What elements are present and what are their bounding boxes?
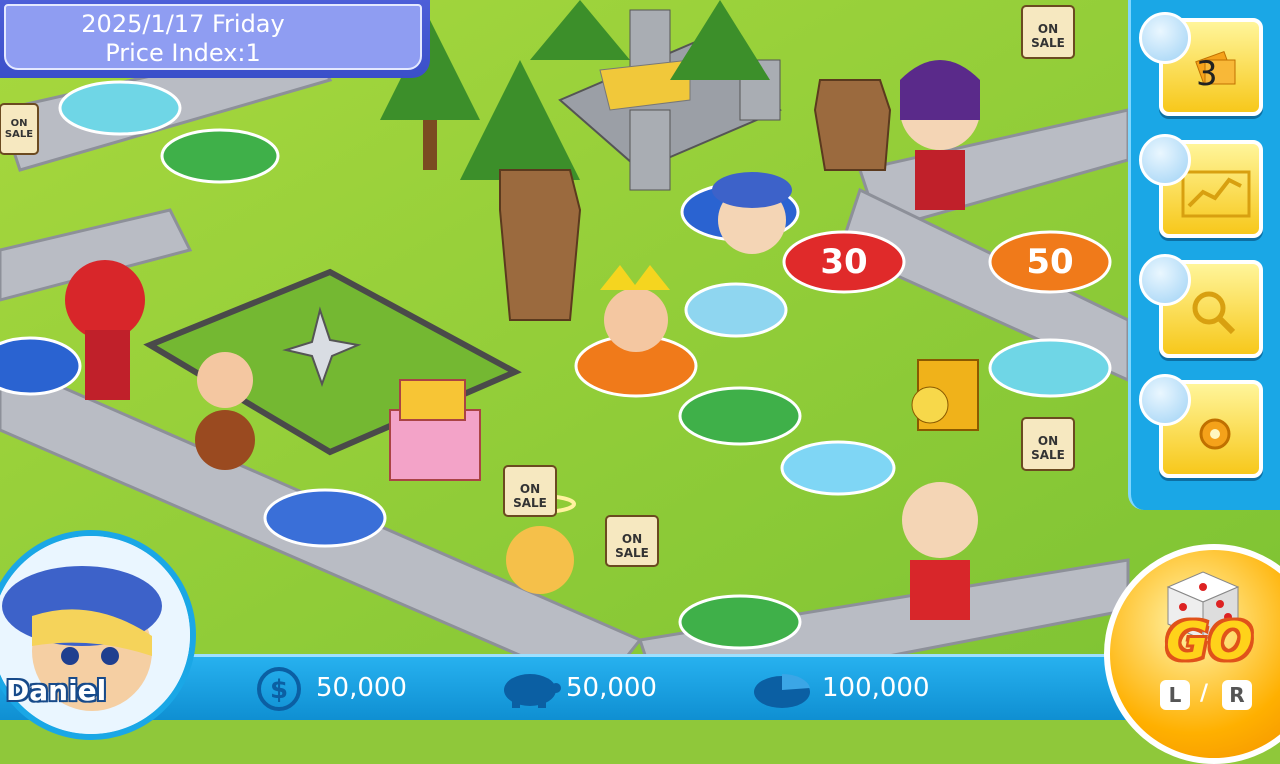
right-key-button[interactable]: R [1222,680,1252,710]
on-sale-sign: ON SALE [513,482,547,510]
on-sale-sign: ON SALE [1031,434,1065,462]
on-sale-sign: ON SALE [4,118,34,140]
stock-chart-icon [1181,170,1251,218]
price-tile-50-label: 50 [1026,242,1074,282]
cash-value: 50,000 [316,673,407,703]
cash-icon: $ [257,667,301,711]
key-separator: / [1200,681,1209,706]
player-name: Daniel [6,674,107,707]
left-key-button[interactable]: L [1160,680,1190,710]
on-sale-sign: ON SALE [615,532,649,560]
controller-badge-icon [1139,12,1191,64]
pie-chart-icon [754,673,810,708]
controller-badge-icon [1139,254,1191,306]
price-index-text: Price Index:1 [105,39,261,67]
magnifier-icon [1192,291,1236,335]
controller-badge-icon [1139,374,1191,426]
savings-value: 50,000 [566,673,657,703]
go-label: GO [1166,612,1253,672]
piggy-bank-icon [504,674,561,708]
date-text: 2025/1/17 Friday [81,10,285,38]
date-panel: 2025/1/17 Friday Price Index:1 [0,0,430,78]
controller-badge-icon [1139,134,1191,186]
cards-count: 3 [1196,54,1218,94]
price-tile-30-label: 30 [820,242,868,282]
date-panel-inner: 2025/1/17 Friday Price Index:1 [4,4,422,70]
svg-text:$: $ [270,675,288,705]
total-assets-value: 100,000 [822,673,930,703]
on-sale-sign: ON SALE [1031,22,1065,50]
gear-icon [1199,418,1231,450]
dynamite [911,359,979,431]
